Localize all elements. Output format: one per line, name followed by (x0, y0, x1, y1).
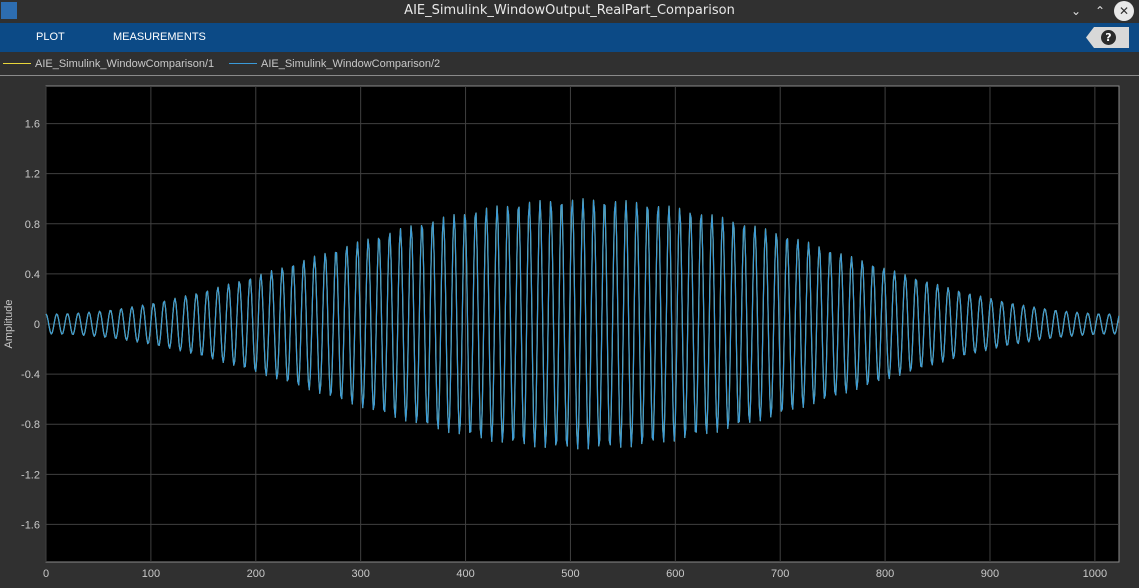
legend: AIE_Simulink_WindowComparison/1 AIE_Simu… (0, 53, 1139, 74)
x-tick-label: 1000 (1083, 568, 1107, 580)
legend-item-2[interactable]: AIE_Simulink_WindowComparison/2 (229, 53, 440, 74)
title-bar: AIE_Simulink_WindowOutput_RealPart_Compa… (0, 0, 1139, 22)
x-tick-label: 700 (771, 568, 789, 580)
x-tick-label: 100 (142, 568, 160, 580)
legend-item-1[interactable]: AIE_Simulink_WindowComparison/1 (3, 53, 214, 74)
x-tick-label: 200 (247, 568, 265, 580)
toolstrip: PLOT MEASUREMENTS ? (0, 23, 1139, 52)
tab-plot[interactable]: PLOT (36, 23, 65, 52)
y-tick-label: 1.6 (25, 119, 40, 131)
maximize-icon[interactable]: ⌃ (1090, 1, 1110, 21)
y-tick-label: 1.2 (25, 169, 40, 181)
y-tick-label: -1.6 (21, 519, 40, 531)
plot-area[interactable]: 0 100 200 300 400 500 600 700 800 900 1000 1.6 1.2 0.… (0, 76, 1139, 588)
y-tick-label: 0.4 (25, 269, 40, 281)
x-tick-label: 300 (351, 568, 369, 580)
legend-label-2: AIE_Simulink_WindowComparison/2 (261, 57, 441, 70)
x-tick-label: 900 (981, 568, 999, 580)
y-tick-label: 0 (34, 319, 40, 331)
x-tick-label: 600 (666, 568, 684, 580)
tab-measurements[interactable]: MEASUREMENTS (113, 23, 206, 52)
x-tick-label: 800 (876, 568, 894, 580)
y-tick-label: -0.4 (21, 369, 40, 381)
help-button[interactable]: ? (1086, 27, 1129, 48)
y-tick-label: -1.2 (21, 469, 40, 481)
y-tick-label: -0.8 (21, 419, 40, 431)
y-axis-label: Amplitude (3, 300, 15, 349)
close-icon[interactable]: ✕ (1114, 1, 1134, 21)
window-title: AIE_Simulink_WindowOutput_RealPart_Compa… (404, 3, 735, 18)
x-tick-label: 0 (43, 568, 49, 580)
legend-label-1: AIE_Simulink_WindowComparison/1 (35, 57, 215, 70)
y-tick-label: 0.8 (25, 219, 40, 231)
legend-swatch-1 (3, 63, 31, 64)
x-tick-label: 400 (456, 568, 474, 580)
legend-swatch-2 (229, 63, 257, 64)
minimize-icon[interactable]: ⌄ (1066, 1, 1086, 21)
help-icon: ? (1101, 30, 1116, 45)
x-tick-label: 500 (561, 568, 579, 580)
